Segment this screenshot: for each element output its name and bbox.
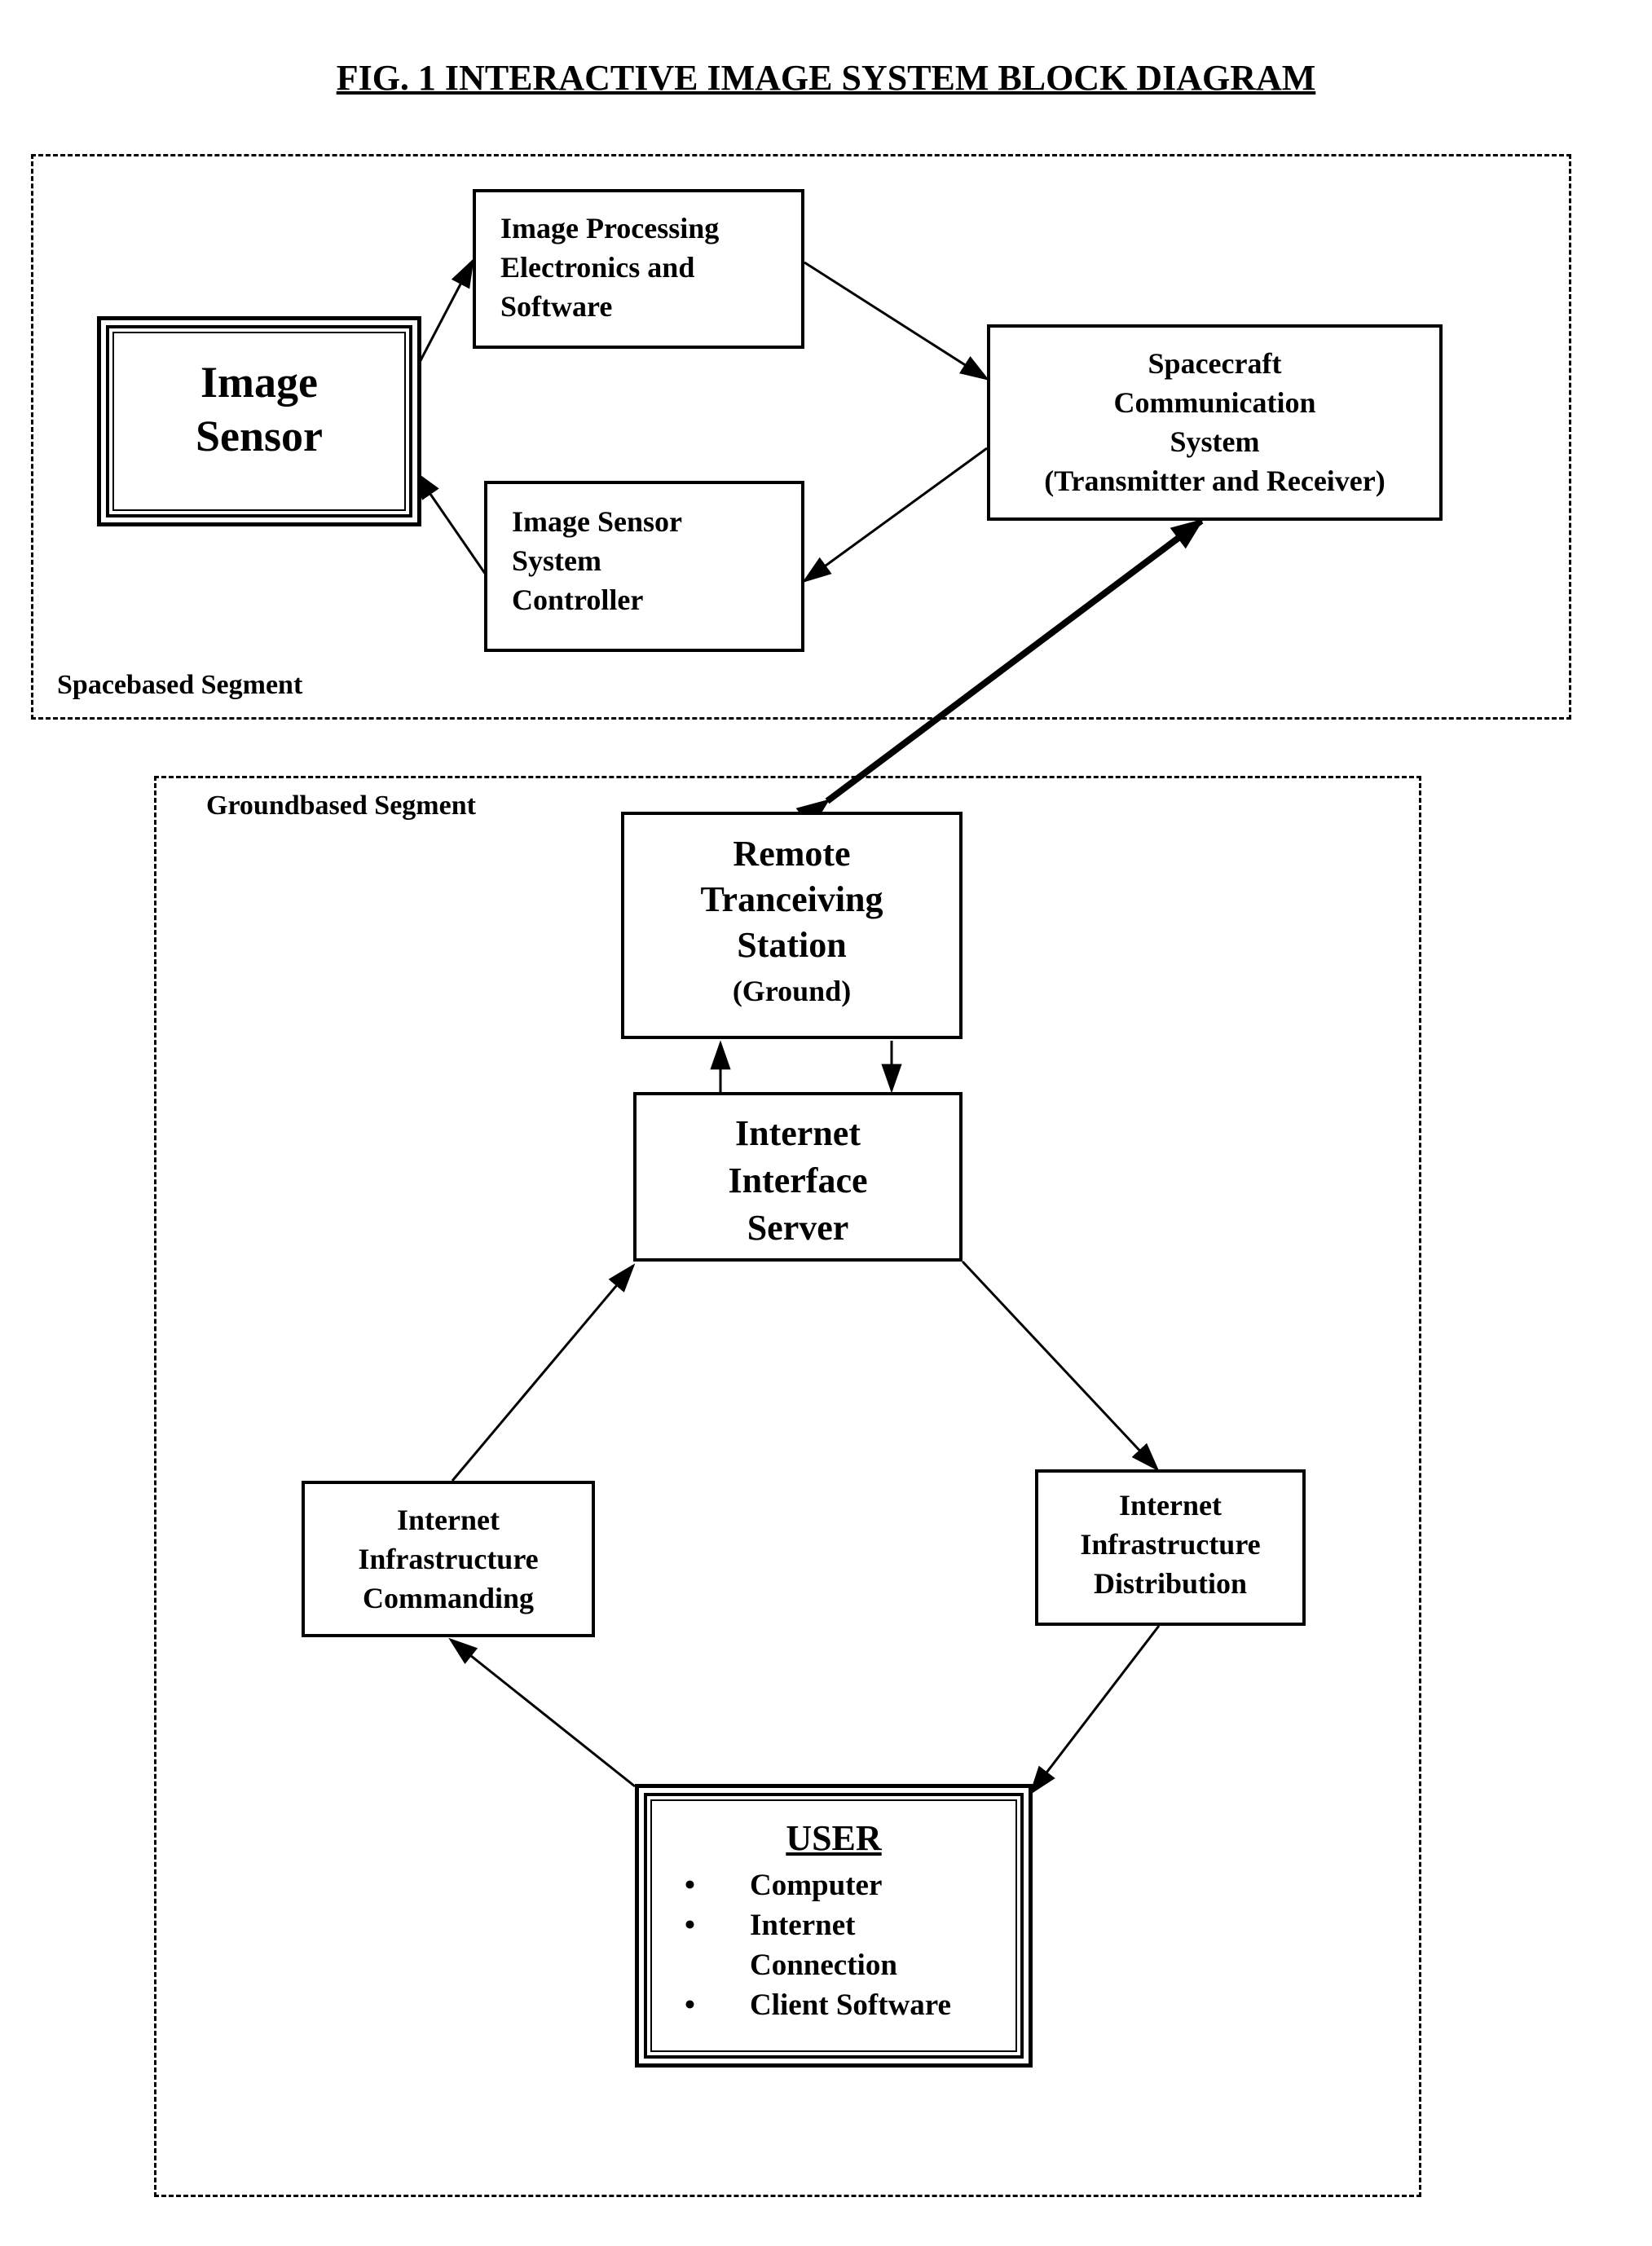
block-line: System bbox=[1170, 425, 1260, 458]
block-line: Infrastructure bbox=[1080, 1528, 1261, 1561]
block-line: Tranceiving bbox=[700, 879, 883, 919]
user-requirements-list: • Computer • Internet Connection • Client S… bbox=[652, 1865, 1015, 2025]
block-line: System bbox=[512, 544, 601, 577]
block-line: Image Sensor bbox=[512, 505, 682, 538]
bullet-icon: • bbox=[685, 1869, 695, 1902]
image-sensor-label: Image Sensor bbox=[112, 332, 406, 511]
block-line: Station bbox=[737, 925, 847, 965]
user-content: USER • Computer • Internet Connection • Cli… bbox=[650, 1799, 1017, 2052]
user-block: USER • Computer • Internet Connection • Cli… bbox=[635, 1784, 1033, 2068]
list-item: Connection bbox=[652, 1945, 1015, 1985]
list-item-text: Computer bbox=[750, 1869, 883, 1902]
image-sensor-line: Image bbox=[200, 358, 318, 407]
block-line: Controller bbox=[512, 584, 644, 616]
block-line: Image Processing bbox=[500, 212, 720, 244]
block-line: Software bbox=[500, 290, 613, 323]
arrow-distribution-to-user bbox=[1029, 1625, 1161, 1795]
bullet-icon: • bbox=[685, 1988, 695, 2022]
block-line: Internet bbox=[397, 1504, 500, 1536]
block-line: Remote bbox=[733, 834, 851, 874]
block-line: Interface bbox=[728, 1160, 868, 1200]
image-processing-block: Image Processing Electronics and Softwar… bbox=[473, 189, 804, 349]
block-line: Communication bbox=[1113, 386, 1316, 419]
block-line: Internet bbox=[735, 1113, 861, 1153]
list-item: • Internet bbox=[652, 1905, 1015, 1945]
block-line: Electronics and bbox=[500, 251, 695, 284]
block-line: (Ground) bbox=[732, 975, 852, 1007]
block-line: Internet bbox=[1119, 1489, 1222, 1522]
arrow-server-to-distribution bbox=[961, 1260, 1160, 1472]
arrow-controller-to-sensor bbox=[413, 470, 487, 575]
image-sensor-block: Image Sensor bbox=[97, 316, 421, 526]
bullet-spacer bbox=[685, 1945, 750, 1985]
block-line: (Transmitter and Receiver) bbox=[1044, 465, 1385, 497]
arrow-comm-to-controller bbox=[802, 447, 988, 584]
image-sensor-line: Sensor bbox=[195, 412, 323, 460]
arrow-comm-ground-link bbox=[795, 517, 1205, 830]
interface-server-block: Internet Interface Server bbox=[633, 1092, 963, 1262]
arrow-commanding-to-server bbox=[451, 1263, 636, 1482]
block-line: Distribution bbox=[1093, 1567, 1248, 1600]
list-item: • Client Software bbox=[652, 1985, 1015, 2025]
block-line: Spacecraft bbox=[1148, 347, 1282, 380]
list-item-text: Connection bbox=[750, 1949, 897, 1982]
arrow-processing-to-comm bbox=[804, 261, 990, 381]
commanding-block: Internet Infrastructure Commanding bbox=[302, 1481, 595, 1637]
arrow-user-to-commanding bbox=[448, 1637, 636, 1788]
block-line: Infrastructure bbox=[358, 1543, 539, 1575]
arrow-sensor-to-processing bbox=[416, 258, 474, 368]
user-heading: USER bbox=[786, 1818, 882, 1858]
distribution-block: Internet Infrastructure Distribution bbox=[1035, 1469, 1306, 1626]
block-line: Server bbox=[747, 1208, 849, 1248]
list-item: • Computer bbox=[652, 1865, 1015, 1905]
block-line: Commanding bbox=[362, 1582, 535, 1614]
sensor-controller-block: Image Sensor System Controller bbox=[484, 481, 804, 652]
remote-station-block: Remote Tranceiving Station (Ground) bbox=[621, 812, 963, 1039]
list-item-text: Client Software bbox=[750, 1988, 951, 2022]
list-item-text: Internet bbox=[750, 1909, 856, 1942]
bullet-icon: • bbox=[685, 1909, 695, 1942]
spacecraft-comm-block: Spacecraft Communication System (Transmi… bbox=[987, 324, 1443, 521]
